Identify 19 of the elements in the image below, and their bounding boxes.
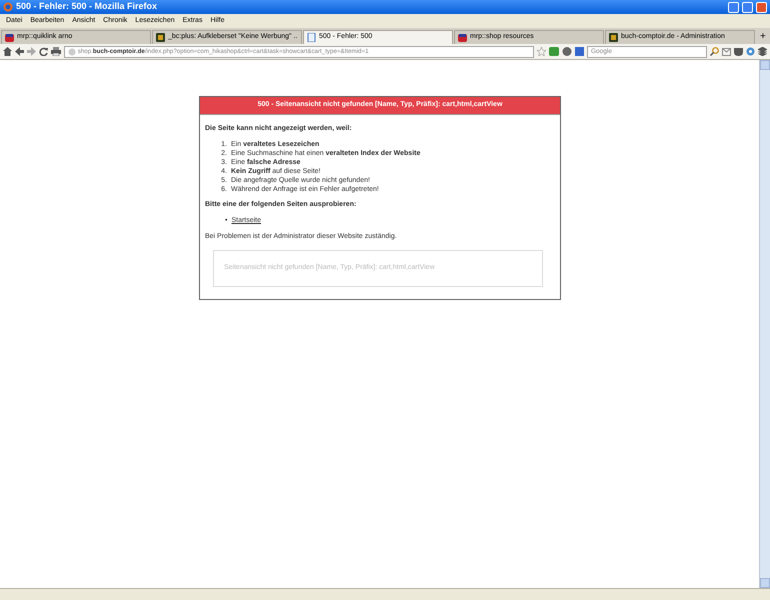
reload-icon[interactable]: [39, 47, 48, 56]
minimize-button[interactable]: [728, 2, 739, 12]
home-icon[interactable]: [3, 47, 12, 56]
window-title: 500 - Fehler: 500 - Mozilla Firefox: [16, 0, 158, 14]
new-tab-button[interactable]: +: [756, 29, 770, 44]
firefox-icon: [3, 2, 13, 12]
mail-icon[interactable]: [722, 48, 731, 56]
search-icon[interactable]: [710, 47, 719, 56]
tile-icon: [156, 33, 165, 42]
back-icon[interactable]: [15, 47, 24, 56]
page-icon: [307, 33, 316, 42]
layers-icon[interactable]: [758, 47, 767, 56]
printer-icon[interactable]: [51, 47, 61, 56]
star-icon[interactable]: [537, 47, 546, 56]
tile-icon: [609, 33, 618, 42]
close-button[interactable]: [756, 2, 767, 12]
shield-icon[interactable]: [734, 48, 743, 56]
forward-icon[interactable]: [27, 47, 36, 56]
maximize-button[interactable]: [742, 2, 753, 12]
